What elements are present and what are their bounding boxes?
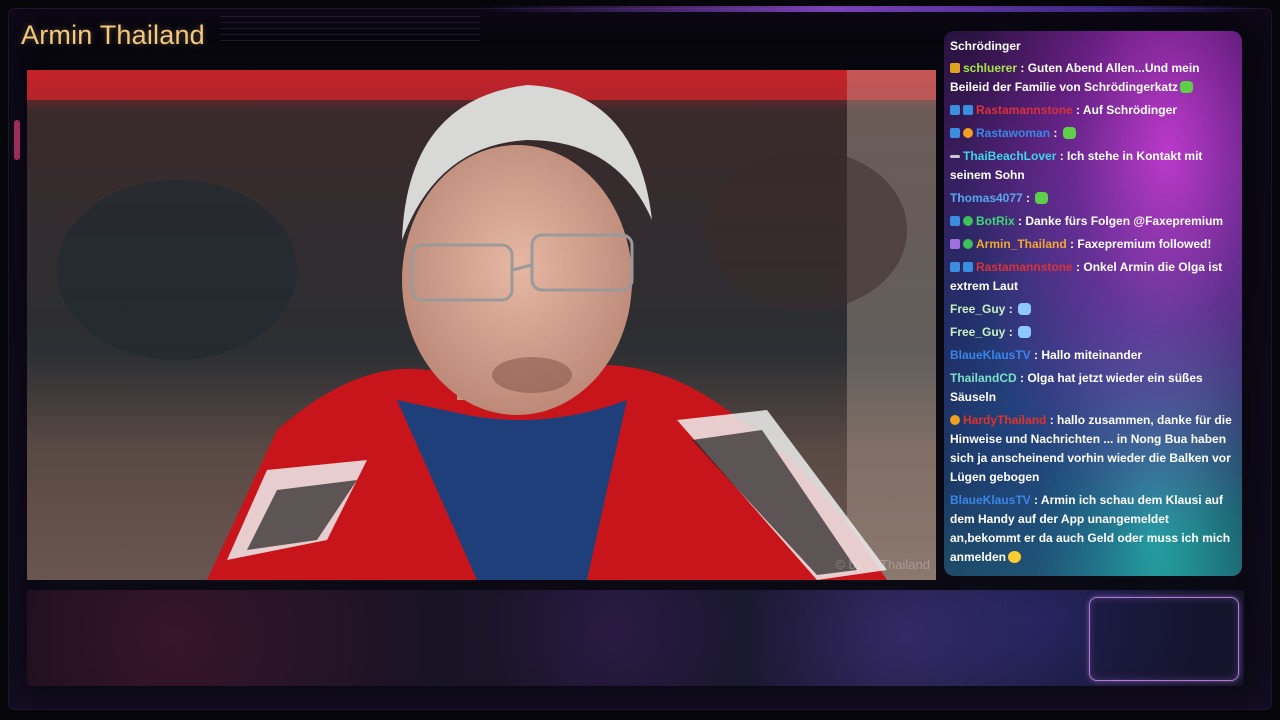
green-badge-icon: [963, 239, 973, 249]
chat-message: Armin_Thailand : Faxepremium followed!: [950, 235, 1238, 254]
chat-message: Rastamannstone : Onkel Armin die Olga is…: [950, 258, 1238, 296]
blue-badge-icon: [950, 105, 960, 115]
chat-message-text: Hallo miteinander: [1041, 348, 1143, 362]
chat-message-list: Schrödinger schluerer : Guten Abend Alle…: [950, 39, 1238, 571]
chat-message: Rastamannstone : Auf Schrödinger: [950, 101, 1238, 120]
chat-separator: :: [1005, 325, 1017, 339]
chat-message: schluerer : Guten Abend Allen...Und mein…: [950, 59, 1238, 97]
overlay-cam-box: [1089, 597, 1239, 681]
chat-separator: :: [1046, 413, 1058, 427]
chat-separator: :: [1014, 214, 1026, 228]
side-glow-decoration: [14, 120, 20, 160]
chat-username[interactable]: Free_Guy: [950, 302, 1005, 316]
emote-icon: [1035, 192, 1049, 204]
chat-message: Free_Guy :: [950, 300, 1238, 319]
chat-message: Rastawoman :: [950, 124, 1238, 143]
chat-username[interactable]: Rastawoman: [976, 126, 1050, 140]
chat-username[interactable]: ThaiBeachLover: [963, 149, 1056, 163]
chat-separator: :: [1050, 126, 1061, 140]
video-player[interactable]: © by ... Thailand: [27, 70, 936, 580]
chat-username[interactable]: schluerer: [963, 61, 1017, 75]
webcam-feed: [27, 70, 936, 580]
chat-username[interactable]: BlaueKlausTV: [950, 348, 1031, 362]
green-badge-icon: [963, 216, 973, 226]
purple-badge-icon: [950, 239, 960, 249]
chat-message: HardyThailand : hallo zusammen, danke fü…: [950, 411, 1238, 487]
chat-username[interactable]: ThailandCD: [950, 371, 1017, 385]
stripe-decoration: [220, 16, 480, 46]
emote-icon: [1180, 81, 1194, 93]
chat-separator: :: [1066, 237, 1078, 251]
chat-message-text: Auf Schrödinger: [1082, 103, 1177, 117]
emote-icon: [1062, 127, 1076, 139]
chat-username[interactable]: Rastamannstone: [976, 260, 1073, 274]
chat-message: ThaiBeachLover : Ich stehe in Kontakt mi…: [950, 147, 1238, 185]
chat-message: BlaueKlausTV : Armin ich schau dem Klaus…: [950, 491, 1238, 567]
chat-header: Schrödinger: [950, 39, 1021, 53]
chat-username[interactable]: Thomas4077: [950, 191, 1023, 205]
chat-separator: :: [1017, 61, 1028, 75]
chat-username[interactable]: Rastamannstone: [976, 103, 1073, 117]
chat-message: Free_Guy :: [950, 323, 1238, 342]
top-glow-decoration: [480, 6, 1260, 12]
chat-separator: :: [1056, 149, 1068, 163]
chat-separator: :: [1072, 260, 1084, 274]
blue-badge-icon: [963, 262, 973, 272]
chat-username[interactable]: HardyThailand: [963, 413, 1046, 427]
gold-badge-icon: [950, 63, 960, 73]
emote-icon: [1008, 551, 1022, 563]
chat-message: BlaueKlausTV : Hallo miteinander: [950, 346, 1238, 365]
emote-icon: [1018, 303, 1032, 315]
chat-username[interactable]: BotRix: [976, 214, 1015, 228]
orange-badge-icon: [950, 415, 960, 425]
chat-username[interactable]: Armin_Thailand: [976, 237, 1067, 251]
chat-panel: Schrödinger schluerer : Guten Abend Alle…: [944, 31, 1242, 576]
blue-badge-icon: [950, 128, 960, 138]
blue-badge-icon: [950, 262, 960, 272]
chat-username[interactable]: Free_Guy: [950, 325, 1005, 339]
video-watermark: © by ... Thailand: [835, 557, 930, 572]
chat-separator: :: [1005, 302, 1017, 316]
chat-separator: :: [1022, 191, 1034, 205]
chat-separator: :: [1072, 103, 1083, 117]
chat-message: Thomas4077 :: [950, 189, 1238, 208]
channel-title: Armin Thailand: [21, 20, 205, 50]
emote-icon: [1018, 326, 1032, 338]
chat-username[interactable]: BlaueKlausTV: [950, 493, 1031, 507]
chat-message-text: Danke fürs Folgen @Faxepremium: [1025, 214, 1224, 228]
chat-separator: :: [1030, 493, 1041, 507]
chat-separator: :: [1030, 348, 1042, 362]
blue-badge-icon: [950, 216, 960, 226]
orange-badge-icon: [963, 128, 973, 138]
chat-message: BotRix : Danke fürs Folgen @Faxepremium: [950, 212, 1238, 231]
gray-badge-icon: [950, 155, 960, 158]
bottom-banner: [27, 590, 1244, 686]
chat-message: ThailandCD : Olga hat jetzt wieder ein s…: [950, 369, 1238, 407]
chat-message-text: Faxepremium followed!: [1077, 237, 1212, 251]
chat-separator: :: [1016, 371, 1028, 385]
blue-badge-icon: [963, 105, 973, 115]
